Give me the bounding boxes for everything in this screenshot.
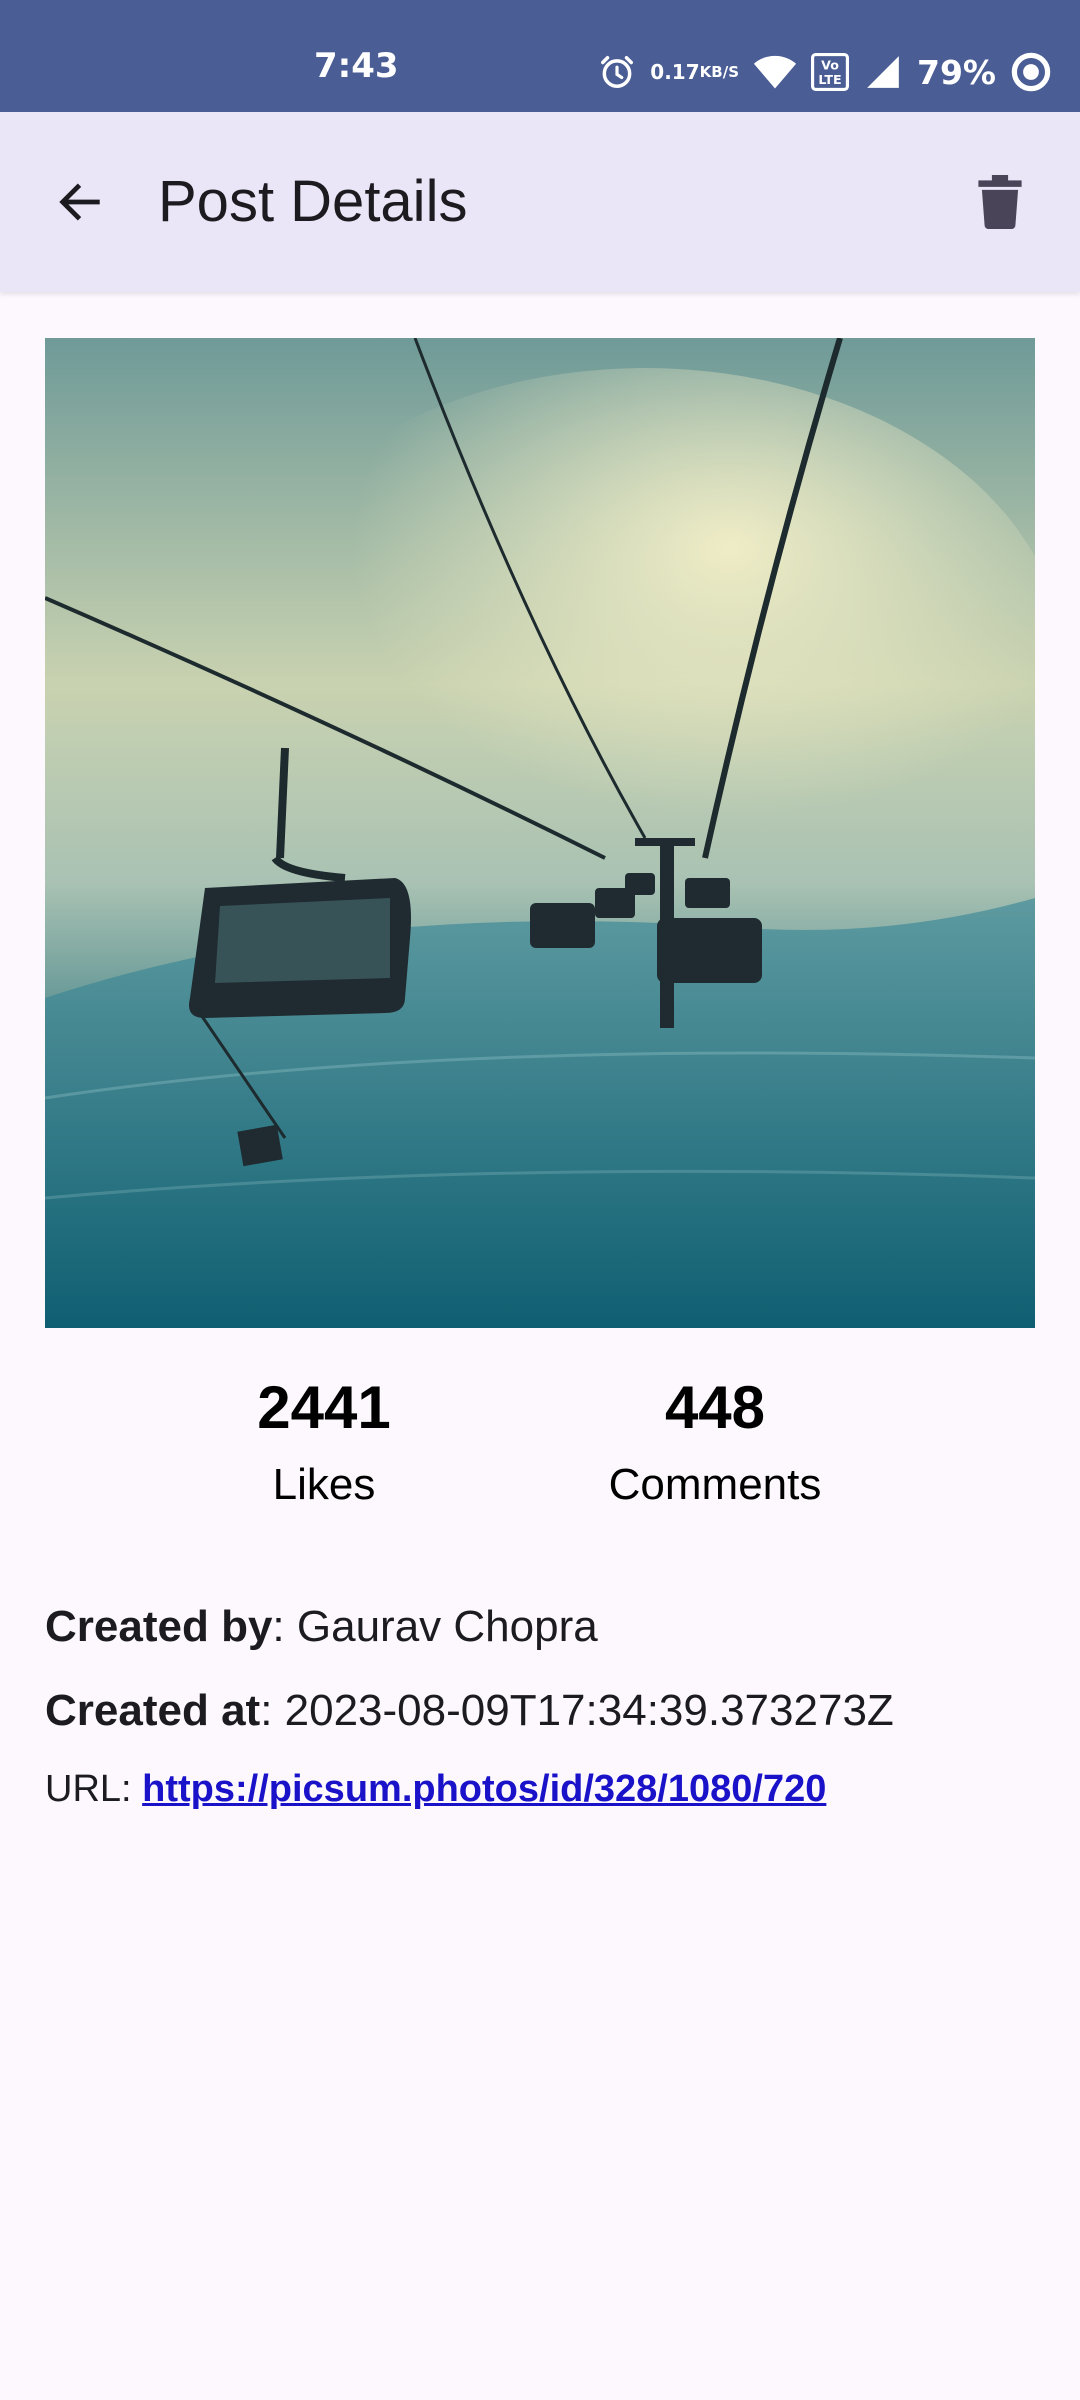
likes-count: 2441 — [257, 1374, 391, 1441]
app-bar: Post Details — [0, 112, 1080, 292]
signal-icon — [863, 53, 903, 91]
alarm-icon — [598, 53, 636, 91]
comments-stat: 448 Comments — [565, 1370, 865, 1510]
trash-icon — [978, 175, 1022, 229]
status-time: 7:43 — [314, 46, 399, 86]
created-by-label: Created by — [45, 1602, 273, 1651]
back-button[interactable] — [40, 162, 120, 242]
url-link[interactable]: https://picsum.photos/id/328/1080/720 — [142, 1768, 826, 1810]
comments-label: Comments — [608, 1460, 822, 1509]
likes-stat: 2441 Likes — [174, 1370, 474, 1510]
created-at-label: Created at — [45, 1686, 261, 1735]
net-speed-unit: KB/S — [699, 63, 739, 81]
likes-label: Likes — [272, 1460, 376, 1509]
url-line: URL: https://picsum.photos/id/328/1080/7… — [45, 1768, 826, 1811]
svg-text:LTE: LTE — [818, 72, 841, 87]
comments-count: 448 — [664, 1374, 766, 1441]
delete-button[interactable] — [960, 162, 1040, 242]
volte-icon: Vo LTE — [811, 53, 849, 91]
svg-text:Vo: Vo — [821, 58, 839, 73]
created-by-line: Created by: Gaurav Chopra — [45, 1602, 598, 1652]
url-label: URL: — [45, 1768, 132, 1810]
created-by-sep: : — [272, 1602, 297, 1651]
post-image — [45, 338, 1035, 1328]
battery-ring-icon — [1010, 51, 1052, 93]
created-at-line: Created at: 2023-08-09T17:34:39.373273Z — [45, 1686, 894, 1736]
wifi-icon — [753, 53, 797, 91]
arrow-left-icon — [59, 183, 100, 221]
page-title: Post Details — [158, 169, 468, 234]
created-at-value: 2023-08-09T17:34:39.373273Z — [284, 1686, 894, 1735]
status-bar: 7:43 0.17 KB/S Vo LTE 79% — [0, 0, 1080, 112]
created-by-value: Gaurav Chopra — [296, 1602, 598, 1651]
net-speed-value: 0.17 — [650, 60, 700, 84]
net-speed: 0.17 KB/S — [650, 60, 739, 84]
status-icons: 0.17 KB/S Vo LTE 79% — [598, 46, 1052, 98]
created-at-sep: : — [260, 1686, 285, 1735]
battery-percent: 79% — [917, 52, 996, 92]
